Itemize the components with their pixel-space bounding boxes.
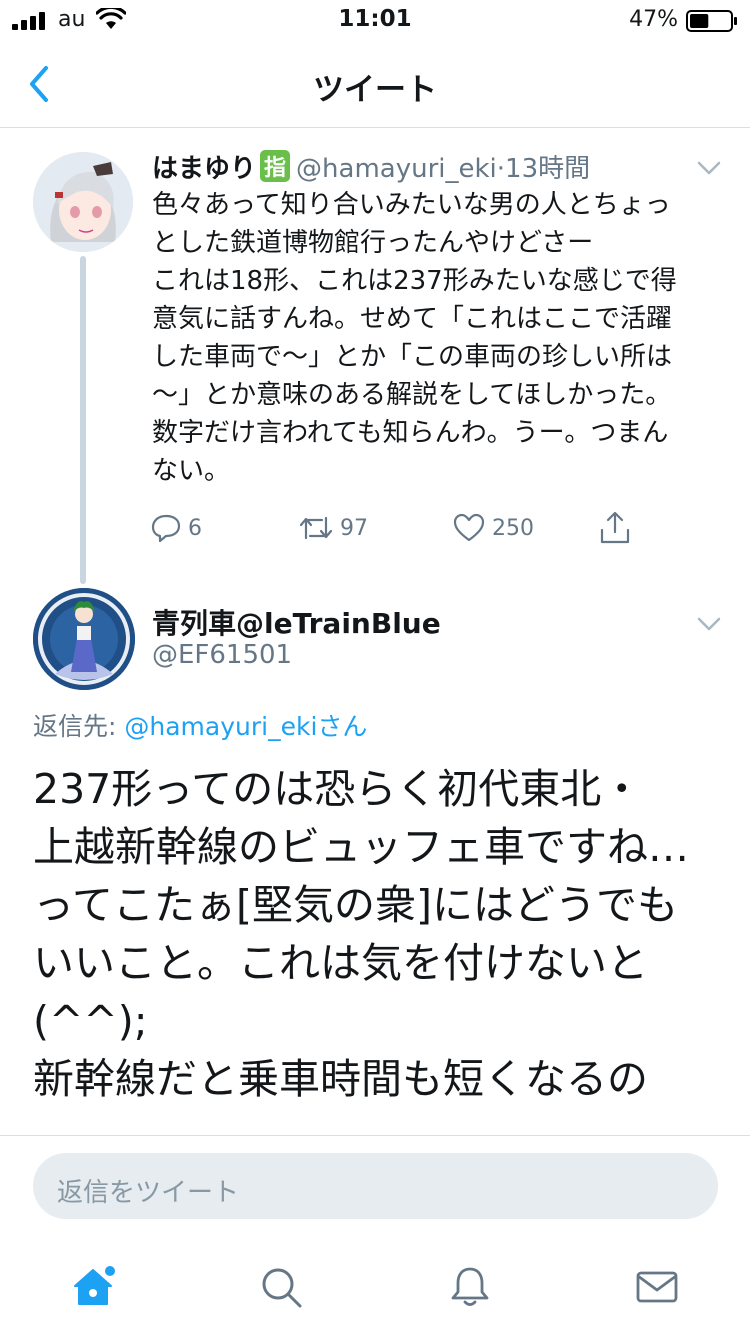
battery-percent: 47% — [629, 7, 678, 32]
avatar-illustration — [33, 588, 135, 690]
retweet-icon — [299, 516, 333, 540]
share-icon — [600, 511, 630, 544]
reply-count: 6 — [188, 515, 202, 541]
tweet-text: 色々あって知り合いみたいな男の人とちょっ とした鉄道博物館行ったんやけどさー こ… — [152, 190, 677, 486]
user-handle[interactable]: @hamayuri_eki — [296, 154, 497, 184]
tweet-header: はまゆり指 @hamayuri_eki·13時間 — [152, 148, 712, 190]
battery-icon — [686, 10, 737, 32]
retweet-button[interactable]: 97 — [298, 508, 368, 548]
search-icon[interactable] — [258, 1264, 304, 1310]
chevron-down-icon[interactable] — [696, 160, 722, 176]
like-count: 250 — [492, 515, 534, 541]
bell-icon[interactable] — [447, 1264, 493, 1310]
tweet-text: 237形ってのは恐らく初代東北・ 上越新幹線のビュッフェ車ですね… ってこたぁ[… — [33, 765, 689, 1103]
reply-button[interactable]: 6 — [150, 508, 202, 548]
thread-connector-line — [80, 256, 86, 584]
header-separator: · — [496, 154, 506, 184]
display-name[interactable]: はまゆり — [152, 154, 256, 184]
avatar-illustration — [33, 152, 133, 252]
display-name[interactable]: 青列車@leTrainBlue — [152, 602, 441, 642]
home-icon[interactable] — [70, 1264, 116, 1310]
tweet-actions: 6 97 250 — [150, 508, 650, 548]
page-title: ツイート — [313, 72, 437, 108]
avatar[interactable] — [33, 152, 133, 252]
retweet-count: 97 — [340, 515, 368, 541]
reply-icon — [151, 514, 181, 543]
share-button[interactable] — [598, 508, 638, 548]
reply-to-label: 返信先: — [33, 712, 117, 741]
heart-icon — [453, 513, 485, 542]
reply-input[interactable]: 返信をツイート — [33, 1153, 718, 1219]
reply-to-mention[interactable]: @hamayuri_ekiさん — [124, 712, 367, 741]
chevron-down-icon[interactable] — [696, 616, 722, 632]
status-bar: au 11:01 47% — [0, 0, 750, 40]
mail-icon[interactable] — [634, 1264, 680, 1310]
like-button[interactable]: 250 — [452, 508, 534, 548]
avatar[interactable] — [33, 588, 135, 690]
nav-bar: ツイート — [0, 40, 750, 128]
tab-bar — [0, 1244, 750, 1334]
user-handle[interactable]: @EF61501 — [152, 640, 292, 670]
reply-to-line: 返信先: @hamayuri_ekiさん — [33, 707, 367, 743]
name-badge: 指 — [260, 150, 291, 182]
tweet-time: 13時間 — [505, 154, 591, 184]
